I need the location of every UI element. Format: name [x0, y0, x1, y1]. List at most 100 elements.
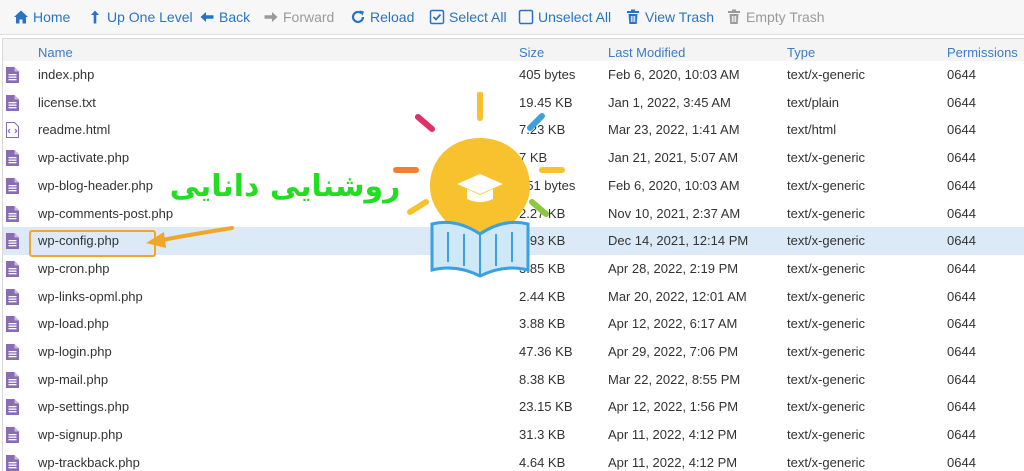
file-size: 4.64 KB [519, 454, 566, 470]
file-permissions: 0644 [947, 177, 976, 193]
file-permissions: 0644 [947, 399, 976, 415]
file-size: 405 bytes [519, 67, 576, 82]
empty-trash-button[interactable]: Empty Trash [726, 0, 825, 34]
table-row[interactable]: wp-settings.php 23.15 KB Apr 12, 2022, 1:5… [3, 393, 1024, 423]
file-name[interactable]: wp-trackback.php [38, 449, 140, 471]
file-name[interactable]: wp-blog-header.php [38, 172, 153, 200]
watermark-text: روشنایی دانایی [170, 169, 400, 204]
home-label: Home [33, 9, 71, 25]
php-file-icon [6, 67, 19, 83]
file-type: text/x-generic [787, 205, 866, 221]
table-row[interactable]: wp-login.php 47.36 KB Apr 29, 2022, 7:06 P… [3, 338, 1024, 367]
file-permissions: 0644 [947, 454, 976, 470]
file-permissions: 0644 [947, 94, 976, 110]
arrow-right-icon [263, 9, 279, 25]
back-label: Back [219, 9, 251, 25]
file-type: text/x-generic [787, 288, 866, 304]
file-permissions: 0644 [947, 260, 976, 276]
file-last-modified: Apr 11, 2022, 4:12 PM [608, 427, 738, 443]
reload-label: Reload [370, 9, 415, 25]
file-permissions: 0644 [947, 316, 976, 332]
file-type: text/plain [787, 94, 840, 110]
file-last-modified: Apr 11, 2022, 4:12 PM [608, 454, 738, 470]
file-name[interactable]: wp-load.php [38, 310, 109, 338]
file-last-modified: Feb 6, 2020, 10:03 AM [608, 177, 740, 193]
file-permissions: 0644 [947, 344, 976, 359]
table-row[interactable]: wp-mail.php 8.38 KB Mar 22, 2022, 8:55 PM t… [3, 365, 1024, 395]
file-last-modified: Jan 21, 2021, 5:07 AM [608, 150, 739, 166]
reload-button[interactable]: Reload [350, 0, 414, 34]
php-file-icon [6, 288, 19, 305]
file-permissions: 0644 [947, 371, 976, 387]
file-type: text/x-generic [787, 67, 866, 82]
php-file-icon [6, 150, 19, 167]
file-name[interactable]: wp-settings.php [38, 393, 129, 421]
file-last-modified: Feb 6, 2020, 10:03 AM [608, 67, 740, 82]
file-name[interactable]: wp-activate.php [38, 144, 129, 172]
back-button[interactable]: Back [199, 0, 250, 34]
file-permissions: 0644 [947, 122, 976, 138]
file-permissions: 0644 [947, 67, 976, 82]
select-all-button[interactable]: Select All [429, 0, 507, 34]
file-type: text/x-generic [787, 260, 866, 276]
file-type: text/x-generic [787, 371, 866, 387]
home-button[interactable]: Home [13, 0, 70, 34]
empty-trash-label: Empty Trash [746, 9, 825, 25]
php-file-icon [6, 399, 19, 416]
table-row[interactable]: wp-load.php 3.88 KB Apr 12, 2022, 6:17 AM t… [3, 310, 1024, 340]
forward-button[interactable]: Forward [263, 0, 334, 34]
file-name[interactable]: wp-cron.php [38, 255, 110, 283]
file-name[interactable]: wp-links-opml.php [38, 283, 143, 311]
php-file-icon [6, 177, 19, 194]
file-size: 47.36 KB [519, 344, 573, 359]
html-file-icon [6, 122, 19, 139]
view-trash-button[interactable]: View Trash [625, 0, 714, 34]
php-file-icon [6, 454, 19, 471]
file-permissions: 0644 [947, 288, 976, 304]
checkbox-empty-icon [518, 9, 534, 25]
php-file-icon [6, 344, 19, 360]
arrow-left-icon [199, 9, 215, 25]
level-up-icon [87, 9, 103, 25]
table-row[interactable]: wp-links-opml.php 2.44 KB Mar 20, 2022, 12… [3, 282, 1024, 312]
file-last-modified: Apr 12, 2022, 1:56 PM [608, 399, 739, 415]
file-name[interactable]: wp-signup.php [38, 421, 123, 449]
file-permissions: 0644 [947, 205, 976, 221]
text-file-icon [6, 94, 19, 111]
php-file-icon [6, 260, 19, 277]
file-size: 3.88 KB [519, 316, 566, 332]
file-last-modified: Mar 23, 2022, 1:41 AM [608, 122, 740, 138]
file-last-modified: Dec 14, 2021, 12:14 PM [608, 233, 749, 249]
file-type: text/x-generic [787, 177, 866, 193]
file-type: text/x-generic [787, 344, 866, 359]
table-row[interactable]: wp-signup.php 31.3 KB Apr 11, 2022, 4:12 P… [3, 421, 1024, 451]
file-type: text/x-generic [787, 316, 866, 332]
file-permissions: 0644 [947, 427, 976, 443]
file-manager-toolbar: Home Up One Level Back Forward Reload Se… [0, 0, 1024, 35]
file-last-modified: Mar 20, 2022, 12:01 AM [608, 288, 747, 304]
file-type: text/x-generic [787, 150, 866, 166]
file-name[interactable]: wp-login.php [38, 338, 112, 366]
file-name[interactable]: readme.html [38, 116, 110, 144]
php-file-icon [6, 316, 19, 333]
file-type: text/x-generic [787, 233, 866, 249]
trash-icon [625, 9, 641, 25]
file-size: 31.3 KB [519, 427, 566, 443]
file-size: 2.44 KB [519, 288, 566, 304]
file-name[interactable]: wp-mail.php [38, 366, 108, 394]
select-all-label: Select All [449, 9, 507, 25]
file-name[interactable]: index.php [38, 61, 94, 89]
php-file-icon [6, 427, 19, 444]
file-last-modified: Jan 1, 2022, 3:45 AM [608, 94, 731, 110]
file-permissions: 0644 [947, 233, 976, 249]
unselect-all-button[interactable]: Unselect All [518, 0, 611, 34]
table-row[interactable]: wp-trackback.php 4.64 KB Apr 11, 2022, 4:1… [3, 448, 1024, 471]
highlight-box [29, 230, 156, 257]
file-permissions: 0644 [947, 150, 976, 166]
file-last-modified: Apr 28, 2022, 2:19 PM [608, 260, 739, 276]
php-file-icon [6, 371, 19, 388]
table-row[interactable]: index.php 405 bytes Feb 6, 2020, 10:03 AM t… [3, 61, 1024, 90]
file-name[interactable]: license.txt [38, 89, 96, 117]
up-one-level-button[interactable]: Up One Level [87, 0, 193, 34]
view-trash-label: View Trash [645, 9, 714, 25]
